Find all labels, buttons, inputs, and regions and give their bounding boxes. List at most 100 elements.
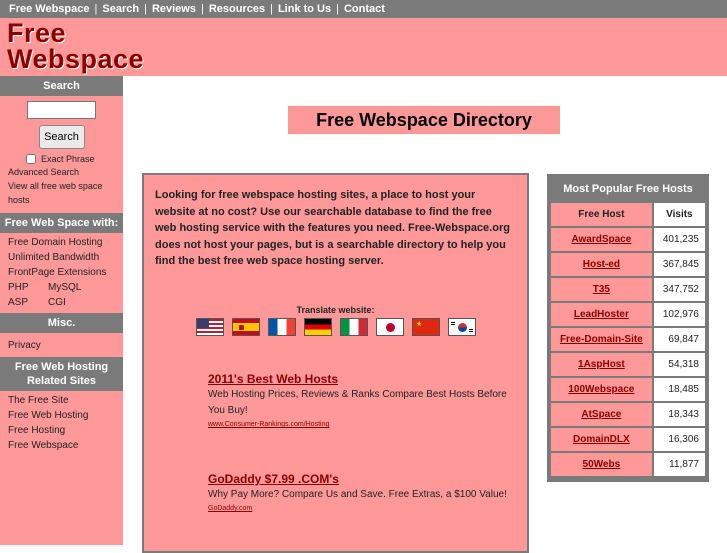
nav-resources[interactable]: Resources — [209, 3, 265, 15]
related-heading: Free Web Hosting Related Sites — [0, 356, 123, 391]
nav-separator: | — [336, 3, 339, 15]
features-list: Free Domain Hosting Unlimited Bandwidth … — [0, 233, 123, 313]
page-title: Free Webspace Directory — [288, 106, 560, 134]
related-link[interactable]: Free Hosting — [8, 425, 65, 436]
advanced-search-link-row: Advanced Search — [0, 165, 123, 179]
col-host-header: Free Host — [551, 203, 652, 226]
table-row: T35 347,752 — [551, 278, 705, 301]
host-link[interactable]: 50Webs — [551, 453, 652, 476]
host-link[interactable]: Host-ed — [551, 253, 652, 276]
nav-separator: | — [144, 3, 147, 15]
spain-flag-icon[interactable] — [232, 318, 260, 336]
nav-separator: | — [270, 3, 273, 15]
ad-body: Why Pay More? Compare Us and Save. Free … — [208, 489, 507, 500]
search-form: Search — [0, 96, 123, 149]
nav-link-to-us[interactable]: Link to Us — [278, 3, 331, 15]
korea-flag-icon[interactable] — [448, 318, 476, 336]
ad-title[interactable]: 2011's Best Web Hosts — [208, 371, 508, 387]
privacy-link[interactable]: Privacy — [8, 340, 41, 351]
nav-contact[interactable]: Contact — [344, 3, 385, 15]
table-row: AwardSpace 401,235 — [551, 228, 705, 251]
site-logo[interactable]: Free Webspace — [7, 20, 145, 74]
visits-count: 69,847 — [653, 328, 705, 351]
popular-hosts-heading: Most Popular Free Hosts — [563, 183, 693, 195]
feature-link[interactable]: Unlimited Bandwidth — [8, 252, 99, 263]
misc-list: Privacy — [0, 333, 123, 357]
ad-title[interactable]: GoDaddy $7.99 .COM's — [208, 471, 508, 487]
search-heading: Search — [0, 76, 123, 96]
sidebar: Search Search Exact Phrase Advanced Sear… — [0, 76, 123, 545]
ad-block: 2011's Best Web Hosts Web Hosting Prices… — [208, 371, 508, 431]
translate-label: Translate website: — [296, 305, 375, 315]
top-nav: Free Webspace | Search | Reviews | Resources | L… — [0, 0, 727, 18]
table-row: Host-ed 367,845 — [551, 253, 705, 276]
host-link[interactable]: T35 — [551, 278, 652, 301]
table-row: DomainDLX 16,306 — [551, 428, 705, 451]
visits-count: 18,485 — [653, 378, 705, 401]
feature-link[interactable]: PHP — [8, 282, 29, 293]
ad-block: GoDaddy $7.99 .COM's Why Pay More? Compa… — [208, 471, 508, 515]
us-flag-icon[interactable] — [196, 318, 224, 336]
nav-separator: | — [94, 3, 98, 15]
table-row: AtSpace 18,343 — [551, 403, 705, 426]
feature-link[interactable]: Free Domain Hosting — [8, 237, 102, 248]
related-link[interactable]: Free Web Hosting — [8, 410, 88, 421]
search-input[interactable] — [27, 101, 96, 119]
advanced-search-link[interactable]: Advanced Search — [8, 167, 79, 177]
feature-link[interactable]: CGI — [48, 295, 66, 310]
nav-free-webspace[interactable]: Free Webspace — [9, 3, 90, 15]
ad-url[interactable]: GoDaddy.com — [208, 503, 508, 515]
france-flag-icon[interactable] — [268, 318, 296, 336]
host-link[interactable]: AtSpace — [551, 403, 652, 426]
visits-count: 347,752 — [653, 278, 705, 301]
popular-hosts-table: Free Host Visits AwardSpace 401,235 Host-… — [549, 201, 707, 478]
ad-body: Web Hosting Prices, Reviews & Ranks Comp… — [208, 389, 507, 416]
table-row: LeadHoster 102,976 — [551, 303, 705, 326]
misc-heading: Misc. — [0, 312, 123, 333]
visits-count: 18,343 — [653, 403, 705, 426]
view-all-hosts-link[interactable]: View all free web space hosts — [8, 181, 102, 205]
visits-count: 401,235 — [653, 228, 705, 251]
related-link[interactable]: The Free Site — [8, 395, 69, 406]
intro-text: Looking for free webspace hosting sites,… — [155, 189, 510, 267]
japan-flag-icon[interactable] — [376, 318, 404, 336]
host-link[interactable]: DomainDLX — [551, 428, 652, 451]
exact-phrase-label: Exact Phrase — [41, 153, 95, 164]
italy-flag-icon[interactable] — [340, 318, 368, 336]
visits-count: 16,306 — [653, 428, 705, 451]
visits-count: 54,318 — [653, 353, 705, 376]
host-link[interactable]: AwardSpace — [551, 228, 652, 251]
visits-count: 367,845 — [653, 253, 705, 276]
host-link[interactable]: 1AspHost — [551, 353, 652, 376]
table-row: 1AspHost 54,318 — [551, 353, 705, 376]
popular-hosts-panel: Most Popular Free Hosts Free Host Visits… — [547, 174, 709, 482]
feature-link[interactable]: MySQL — [48, 280, 81, 295]
view-all-link-row: View all free web space hosts — [0, 179, 123, 207]
table-header-row: Free Host Visits — [551, 203, 705, 226]
intro-box: Looking for free webspace hosting sites,… — [142, 173, 529, 553]
related-link[interactable]: Free Webspace — [8, 440, 78, 451]
table-row: 100Webspace 18,485 — [551, 378, 705, 401]
nav-reviews[interactable]: Reviews — [152, 3, 196, 15]
nav-search[interactable]: Search — [102, 3, 139, 15]
feature-link[interactable]: ASP — [8, 297, 28, 308]
feature-link[interactable]: FrontPage Extensions — [8, 267, 106, 278]
exact-phrase-checkbox[interactable] — [26, 153, 36, 164]
related-list: The Free Site Free Web Hosting Free Host… — [0, 391, 123, 456]
features-heading: Free Web Space with: — [0, 212, 123, 233]
search-button[interactable]: Search — [38, 124, 85, 149]
host-link[interactable]: Free-Domain-Site — [551, 328, 652, 351]
visits-count: 102,976 — [653, 303, 705, 326]
nav-separator: | — [200, 3, 204, 15]
germany-flag-icon[interactable] — [304, 318, 332, 336]
china-flag-icon[interactable]: ★ — [412, 318, 440, 336]
header-banner: Free Webspace — [0, 18, 727, 76]
col-visits-header: Visits — [653, 203, 705, 226]
host-link[interactable]: LeadHoster — [551, 303, 652, 326]
exact-phrase-row: Exact Phrase — [0, 149, 123, 165]
logo-line-2: Webspace — [7, 44, 145, 74]
ad-url[interactable]: www.Consumer-Rankings.com/Hosting — [208, 419, 508, 431]
translate-flags: ★ — [196, 318, 476, 336]
host-link[interactable]: 100Webspace — [551, 378, 652, 401]
table-row: Free-Domain-Site 69,847 — [551, 328, 705, 351]
